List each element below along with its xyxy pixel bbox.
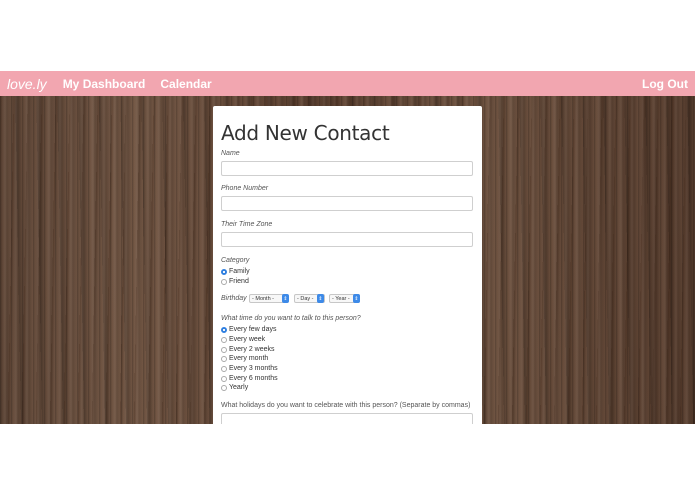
birthday-label: Birthday [221,295,247,302]
holidays-label: What holidays do you want to celebrate w… [221,402,471,409]
frequency-option[interactable]: Every 3 months [221,365,278,372]
timezone-label: Their Time Zone [221,221,273,228]
frequency-option[interactable]: Every week [221,336,265,343]
frequency-label: What time do you want to talk to this pe… [221,315,361,322]
frequency-option[interactable]: Every 2 weeks [221,346,275,353]
radio-selected-icon[interactable] [221,326,227,333]
timezone-field[interactable] [221,232,473,247]
radio-icon[interactable] [221,346,227,353]
category-label: Category [221,257,250,264]
chevron-updown-icon[interactable]: ⇕ [353,294,360,303]
phone-label: Phone Number [221,185,269,192]
brand-logo[interactable]: love.ly [7,76,47,92]
radio-icon[interactable] [221,278,227,285]
chevron-updown-icon[interactable]: ⇕ [282,294,289,303]
frequency-option[interactable]: Every month [221,355,268,362]
nav-my-dashboard[interactable]: My Dashboard [63,77,146,91]
frequency-option[interactable]: Every few days [221,326,276,333]
radio-icon[interactable] [221,365,227,372]
name-label: Name [221,150,240,157]
radio-icon[interactable] [221,384,227,391]
frequency-option[interactable]: Every 6 months [221,375,278,382]
category-option-family[interactable]: Family [221,268,250,275]
page-background: love.ly My Dashboard Calendar Log Out Ad… [0,71,695,424]
nav-calendar[interactable]: Calendar [160,77,211,91]
name-field[interactable] [221,161,473,176]
add-contact-form: Add New Contact Name Phone Number Their … [213,106,482,424]
chevron-updown-icon[interactable]: ⇕ [317,294,324,303]
category-option-friend[interactable]: Friend [221,278,249,285]
radio-selected-icon[interactable] [221,268,227,275]
logout-link[interactable]: Log Out [642,77,688,91]
form-title: Add New Contact [221,121,390,145]
radio-icon[interactable] [221,355,227,362]
birthday-month-select[interactable]: - Month - [249,294,285,303]
radio-icon[interactable] [221,336,227,343]
frequency-option[interactable]: Yearly [221,384,248,391]
phone-field[interactable] [221,196,473,211]
navbar: love.ly My Dashboard Calendar Log Out [0,71,695,96]
holidays-field[interactable] [221,413,473,424]
radio-icon[interactable] [221,375,227,382]
